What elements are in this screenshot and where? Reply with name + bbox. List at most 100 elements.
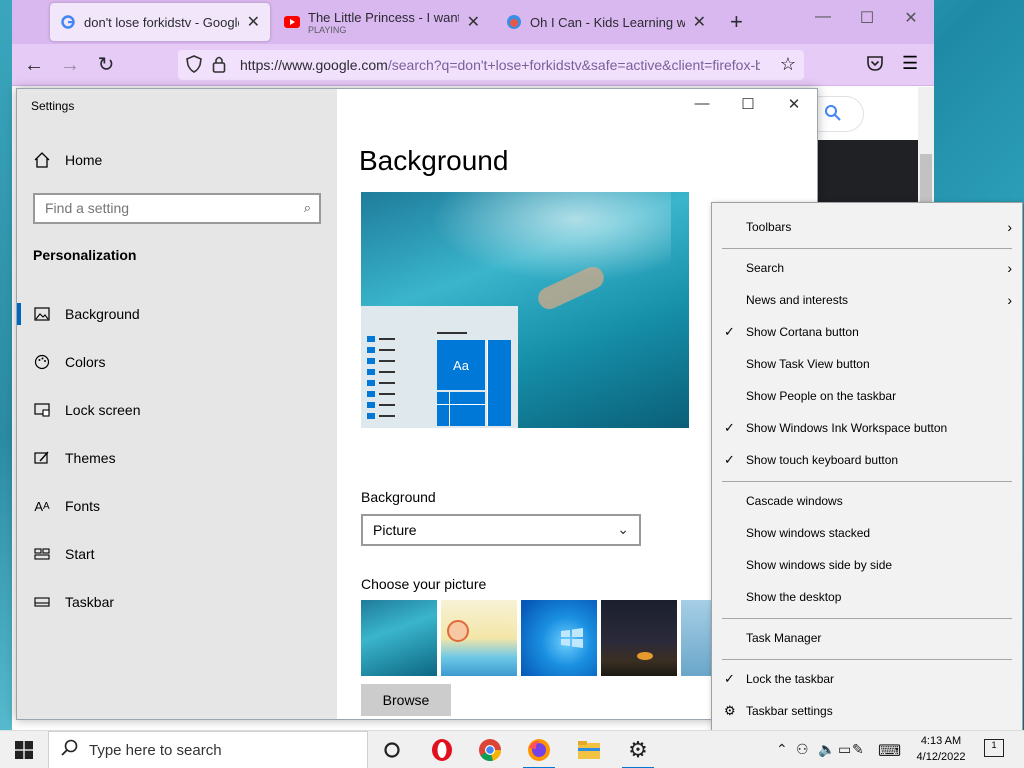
menu-item-cascade[interactable]: Cascade windows	[712, 485, 1022, 517]
video-thumbnail[interactable]	[818, 140, 918, 204]
sidebar-item-lock-screen[interactable]: Lock screen	[17, 387, 337, 433]
menu-item-people[interactable]: Show People on the taskbar	[712, 380, 1022, 412]
minimize-icon[interactable]: —	[679, 95, 725, 112]
menu-item-ink-workspace[interactable]: ✓ Show Windows Ink Workspace button	[712, 412, 1022, 444]
close-icon[interactable]: ✕	[771, 95, 817, 113]
url-bar[interactable]: https://www.google.com/search?q=don't+lo…	[178, 50, 804, 80]
menu-item-touch-keyboard[interactable]: ✓ Show touch keyboard button	[712, 444, 1022, 476]
keyboard-icon[interactable]: ⌨	[878, 741, 901, 761]
menu-item-task-view[interactable]: Show Task View button	[712, 348, 1022, 380]
settings-sidebar: Settings Home ⌕ Personalization Backgrou…	[17, 89, 337, 719]
shield-icon[interactable]	[186, 55, 202, 78]
close-tab-icon[interactable]: ✕	[693, 12, 706, 32]
menu-item-lock-taskbar[interactable]: ✓ Lock the taskbar	[712, 663, 1022, 695]
menu-separator	[722, 248, 1012, 249]
find-setting-field[interactable]: ⌕	[33, 193, 321, 224]
menu-icon[interactable]: ☰	[902, 53, 918, 74]
menu-item-search[interactable]: Search ›	[712, 252, 1022, 284]
volume-icon[interactable]: 🔈	[818, 741, 835, 758]
opera-icon	[432, 739, 452, 761]
taskbar-app-file-explorer[interactable]	[565, 731, 613, 768]
close-tab-icon[interactable]: ✕	[247, 12, 260, 32]
tab-oh-i-can[interactable]: Oh I Can - Kids Learning with F ✕	[496, 3, 716, 41]
back-icon[interactable]: ←	[22, 53, 46, 77]
sidebar-item-label: Themes	[65, 450, 116, 466]
menu-item-label: News and interests	[746, 293, 849, 307]
forward-icon[interactable]: →	[58, 53, 82, 77]
notification-center-icon[interactable]: 1	[984, 739, 1004, 757]
people-icon[interactable]: ⚇	[796, 741, 809, 758]
maximize-icon[interactable]: ☐	[725, 95, 771, 113]
themes-icon	[33, 449, 51, 467]
menu-separator	[722, 659, 1012, 660]
network-icon[interactable]: ▭	[838, 741, 851, 758]
windows-logo-icon	[15, 741, 33, 759]
taskbar-icon	[33, 593, 51, 611]
picture-thumbnails	[361, 600, 711, 676]
taskbar-app-settings[interactable]: ⚙	[614, 731, 662, 768]
taskbar-app-firefox[interactable]	[515, 731, 563, 768]
taskbar-app-opera[interactable]	[418, 731, 466, 768]
checkmark-icon: ✓	[724, 324, 735, 339]
menu-item-side-by-side[interactable]: Show windows side by side	[712, 549, 1022, 581]
thumbnail-windows[interactable]	[521, 600, 597, 676]
tab-google-search[interactable]: don't lose forkidstv - Google Se ✕	[50, 3, 270, 41]
cortana-button[interactable]	[368, 731, 416, 768]
checkmark-icon: ✓	[724, 671, 735, 686]
start-icon	[33, 545, 51, 563]
bookmark-star-icon[interactable]: ☆	[780, 54, 796, 75]
menu-item-taskbar-settings[interactable]: ⚙ Taskbar settings	[712, 695, 1022, 727]
system-clock[interactable]: 4:13 AM 4/12/2022	[914, 733, 968, 765]
lock-icon[interactable]	[212, 55, 226, 78]
minimize-icon[interactable]: —	[800, 8, 846, 26]
taskbar-search-box[interactable]: Type here to search	[48, 731, 368, 768]
chevron-right-icon: ›	[1007, 292, 1012, 308]
chevron-up-icon[interactable]: ⌃	[776, 741, 788, 758]
background-type-select[interactable]: Picture ⌄	[361, 514, 641, 546]
menu-item-label: Show Windows Ink Workspace button	[746, 421, 948, 435]
maximize-icon[interactable]: ☐	[844, 8, 890, 28]
new-tab-button[interactable]: +	[720, 3, 752, 41]
menu-item-label: Show Task View button	[746, 357, 870, 371]
thumbnail-underwater[interactable]	[361, 600, 437, 676]
google-search-box-edge[interactable]	[812, 96, 864, 132]
tab-title: don't lose forkidstv - Google Se	[84, 14, 239, 30]
url-text[interactable]: https://www.google.com/search?q=don't+lo…	[240, 57, 760, 73]
sidebar-item-themes[interactable]: Themes	[17, 435, 337, 481]
clock-date: 4/12/2022	[916, 751, 966, 763]
search-icon[interactable]	[824, 104, 842, 127]
reload-icon[interactable]: ↻	[94, 53, 118, 77]
find-setting-input[interactable]	[35, 195, 285, 221]
preview-bar	[437, 332, 467, 334]
sidebar-item-fonts[interactable]: AA Fonts	[17, 483, 337, 529]
sidebar-item-colors[interactable]: Colors	[17, 339, 337, 385]
menu-item-toolbars[interactable]: Toolbars ›	[712, 211, 1022, 243]
menu-item-label: Taskbar settings	[746, 704, 833, 718]
close-tab-icon[interactable]: ✕	[467, 12, 480, 32]
sidebar-item-label: Background	[65, 306, 140, 322]
taskbar-app-chrome[interactable]	[466, 731, 514, 768]
taskbar-context-menu: Toolbars › Search › News and interests ›…	[711, 202, 1023, 735]
menu-item-task-manager[interactable]: Task Manager	[712, 622, 1022, 654]
pocket-icon[interactable]	[866, 54, 884, 77]
sidebar-item-taskbar[interactable]: Taskbar	[17, 579, 337, 625]
browse-button[interactable]: Browse	[361, 684, 451, 716]
thumbnail-lake[interactable]	[681, 600, 711, 676]
close-window-icon[interactable]: ✕	[888, 8, 934, 28]
thumbnail-night-sky[interactable]	[601, 600, 677, 676]
menu-item-news-and-interests[interactable]: News and interests ›	[712, 284, 1022, 316]
sidebar-item-background[interactable]: Background	[17, 291, 337, 337]
sidebar-item-label: Lock screen	[65, 402, 141, 418]
home-nav-item[interactable]: Home	[33, 151, 102, 169]
pen-workspace-icon[interactable]: ✎	[852, 741, 864, 758]
menu-item-stacked[interactable]: Show windows stacked	[712, 517, 1022, 549]
menu-item-show-desktop[interactable]: Show the desktop	[712, 581, 1022, 613]
folder-icon	[578, 741, 600, 759]
start-button[interactable]	[0, 731, 48, 768]
sidebar-item-start[interactable]: Start	[17, 531, 337, 577]
tab-youtube[interactable]: The Little Princess - I want to sw PLAYI…	[274, 3, 490, 41]
scrollbar-thumb[interactable]	[920, 154, 932, 206]
search-icon: ⌕	[303, 200, 311, 215]
thumbnail-cartoon[interactable]	[441, 600, 517, 676]
menu-item-cortana[interactable]: ✓ Show Cortana button	[712, 316, 1022, 348]
